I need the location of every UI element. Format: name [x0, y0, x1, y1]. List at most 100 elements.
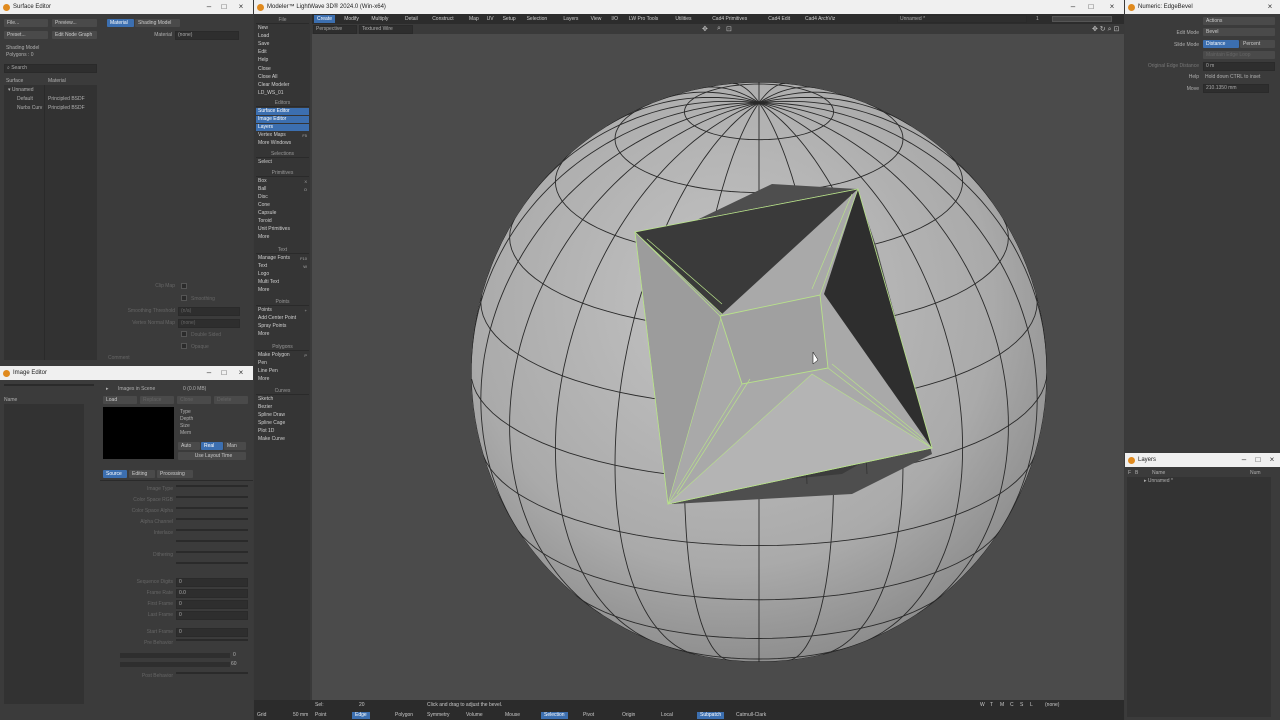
text-item-3[interactable]: Multi Text	[256, 279, 309, 286]
status-btn-2[interactable]: Mouse	[502, 712, 523, 719]
curve-item-1[interactable]: Bezier	[256, 404, 309, 411]
menu-tab-12[interactable]: LW Pro Tools	[626, 15, 661, 23]
mode-0[interactable]: Point	[312, 712, 329, 719]
mode-2[interactable]: Polygon	[392, 712, 416, 719]
col-name-header[interactable]: Name	[4, 397, 17, 403]
actions-dropdown[interactable]: Actions	[1203, 17, 1275, 25]
curve-item-5[interactable]: Make Curve	[256, 436, 309, 443]
sequence-digits-field[interactable]: 0	[176, 578, 248, 587]
double-sided-checkbox[interactable]	[181, 331, 187, 337]
zoom-view-icon[interactable]: ⌕	[717, 25, 721, 33]
range-slider-a[interactable]	[120, 653, 230, 658]
status-btn-7[interactable]: Subpatch	[697, 712, 725, 719]
close-icon[interactable]: ×	[1265, 453, 1279, 467]
close-icon[interactable]: ×	[234, 366, 248, 380]
primitive-item-7[interactable]: More	[256, 234, 309, 241]
curve-item-4[interactable]: Plot 1D	[256, 428, 309, 435]
col-material-header[interactable]: Material	[48, 78, 66, 84]
editor-item-3[interactable]: Vertex Maps F5	[256, 132, 309, 139]
menu-tab-15[interactable]: Cad4 Edit	[765, 15, 793, 23]
polygon-item-3[interactable]: More	[256, 376, 309, 383]
point-item-0[interactable]: Points +	[256, 307, 309, 314]
editor-item-2[interactable]: Layers	[256, 124, 309, 131]
view-btn-m[interactable]: M	[997, 702, 1007, 709]
pre-behavior-select[interactable]	[176, 639, 248, 641]
text-item-0[interactable]: Manage Fonts F10	[256, 255, 309, 262]
status-btn-5[interactable]: Origin	[619, 712, 638, 719]
editor-item-4[interactable]: More Windows	[256, 140, 309, 147]
menu-tab-8[interactable]: Selection	[524, 15, 551, 23]
opaque-checkbox[interactable]	[181, 343, 187, 349]
primitive-item-2[interactable]: Disc	[256, 194, 309, 201]
smoothing-checkbox[interactable]	[181, 295, 187, 301]
primitive-item-4[interactable]: Capsule	[256, 210, 309, 217]
status-btn-1[interactable]: Volume	[463, 712, 486, 719]
delete-button[interactable]: Delete	[214, 396, 248, 404]
primitive-item-0[interactable]: Box X	[256, 178, 309, 185]
file-dropdown[interactable]: File...	[4, 19, 48, 27]
slide-distance-button[interactable]: Distance	[1203, 40, 1239, 48]
menu-tab-2[interactable]: Multiply	[368, 15, 391, 23]
file-item-1[interactable]: Load	[256, 33, 309, 40]
clip-map-button[interactable]	[181, 283, 187, 289]
tab-processing[interactable]: Processing	[157, 470, 193, 478]
polygon-item-1[interactable]: Pen	[256, 360, 309, 367]
col-surface-header[interactable]: Surface	[6, 78, 23, 84]
image-list[interactable]	[4, 404, 84, 704]
real-button[interactable]: Real	[201, 442, 223, 450]
menu-tab-14[interactable]: Cad4 Primitives	[709, 15, 750, 23]
select-item-0[interactable]: Select	[256, 159, 309, 166]
view-btn-c[interactable]: C	[1007, 702, 1017, 709]
load-button[interactable]: Load	[103, 396, 137, 404]
view-btn-s[interactable]: S	[1017, 702, 1026, 709]
primitive-item-1[interactable]: Ball O	[256, 186, 309, 193]
tab-shading-model[interactable]: Shading Model	[135, 19, 180, 27]
maximize-icon[interactable]: □	[217, 0, 231, 14]
object-select[interactable]: Unnamed *	[897, 15, 1027, 23]
man-button[interactable]: Man	[224, 442, 246, 450]
vertex-normal-map-select[interactable]: (none)	[178, 319, 240, 328]
col-f-header[interactable]: F	[1128, 470, 1131, 476]
viewport-mode-select[interactable]: Perspective	[313, 25, 357, 34]
surface-row-unnamed[interactable]: ▾ Unnamed	[8, 87, 34, 93]
range-slider-b[interactable]	[120, 662, 230, 667]
image-search-input[interactable]	[4, 384, 94, 386]
layer-item[interactable]: ▸ Unnamed *	[1144, 478, 1173, 484]
clone-button[interactable]: Clone	[177, 396, 211, 404]
dithering-select[interactable]	[176, 551, 248, 553]
color-space-rgb-select[interactable]	[176, 496, 248, 498]
preset-dropdown[interactable]: Preset...	[4, 31, 48, 39]
image-editor-titlebar[interactable]: Image Editor – □ ×	[0, 366, 253, 380]
point-item-3[interactable]: More	[256, 331, 309, 338]
material-select[interactable]: (none)	[175, 31, 239, 40]
menu-tab-10[interactable]: View	[588, 15, 605, 23]
primitive-item-5[interactable]: Toroid	[256, 218, 309, 225]
menu-tab-4[interactable]: Construct	[429, 15, 456, 23]
menu-tab-16[interactable]: Cad4 ArchViz	[802, 15, 838, 23]
vmap-select[interactable]: (none)	[1042, 702, 1062, 709]
col-name-header[interactable]: Name	[1152, 470, 1165, 476]
menu-tab-5[interactable]: Map	[466, 15, 482, 23]
col-num-header[interactable]: Num	[1250, 470, 1261, 476]
misc-item-2[interactable]: Clear Modeler	[256, 82, 309, 89]
numeric-titlebar[interactable]: Numeric: EdgeBevel ×	[1125, 0, 1280, 14]
menu-tab-0[interactable]: Create	[314, 15, 336, 23]
file-item-0[interactable]: New	[256, 25, 309, 32]
3d-viewport[interactable]	[312, 34, 1124, 700]
polygon-item-0[interactable]: Make Polygon P	[256, 352, 309, 359]
menu-tab-6[interactable]: UV	[484, 15, 497, 23]
close-icon[interactable]: ×	[234, 0, 248, 14]
primitive-item-6[interactable]: Unit Primitives	[256, 226, 309, 233]
edit-mode-select[interactable]: Bevel	[1203, 28, 1275, 36]
tab-editing[interactable]: Editing	[129, 470, 155, 478]
view-btn-t[interactable]: T	[987, 702, 996, 709]
surface-editor-titlebar[interactable]: Surface Editor – □ ×	[0, 0, 253, 14]
maximize-view-icon[interactable]: ⊡	[726, 25, 732, 33]
file-item-4[interactable]: Help	[256, 57, 309, 64]
maximize-icon[interactable]: □	[217, 366, 231, 380]
maximize-icon[interactable]: □	[1084, 0, 1098, 14]
image-type-select[interactable]	[176, 485, 248, 487]
frame-rate-field[interactable]: 0.0	[176, 589, 248, 598]
text-item-4[interactable]: More	[256, 287, 309, 294]
shading-mode-select[interactable]: Textured Wire	[359, 25, 413, 34]
